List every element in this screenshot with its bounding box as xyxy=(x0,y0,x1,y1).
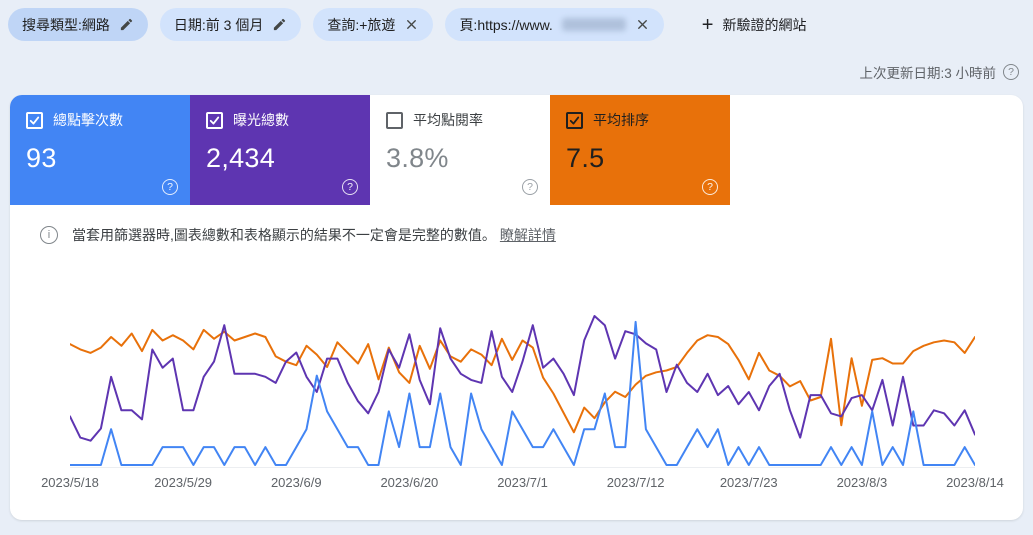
x-axis-tick-label: 2023/7/1 xyxy=(497,475,548,490)
filter-chip-search-type[interactable]: 搜尋類型:網路 xyxy=(8,8,148,41)
performance-chart: 2023/5/18 2023/5/29 2023/6/9 2023/6/20 2023/… xyxy=(41,305,1004,492)
filter-chip-page[interactable]: 頁:https://www. xyxy=(445,8,664,41)
x-axis-tick-label: 2023/6/9 xyxy=(270,475,322,490)
checkbox-checked-icon[interactable] xyxy=(206,111,223,129)
x-axis-tick-label: 2023/7/23 xyxy=(719,475,778,490)
filter-chip-query[interactable]: 查詢:+旅遊 xyxy=(313,8,434,41)
metric-cards-row: 總點擊次數 93 ? 曝光總數 2,434 ? 平均點閱率 3.8% ? 平均排… xyxy=(10,95,1023,205)
metric-card-total-impressions[interactable]: 曝光總數 2,434 ? xyxy=(190,95,370,205)
help-icon[interactable]: ? xyxy=(522,179,538,195)
notice-text: 當套用篩選器時,圖表總數和表格顯示的結果不一定會是完整的數值。 瞭解詳情 xyxy=(72,227,556,243)
filter-chip-label: 查詢:+旅遊 xyxy=(327,16,396,33)
metric-value: 7.5 xyxy=(566,143,605,173)
checkbox-unchecked-icon[interactable] xyxy=(386,111,403,129)
metric-card-average-ctr[interactable]: 平均點閱率 3.8% ? xyxy=(370,95,550,205)
help-icon[interactable]: ? xyxy=(702,179,718,195)
edit-icon[interactable] xyxy=(119,17,134,32)
filter-chip-bar: 搜尋類型:網路 日期:前 3 個月 查詢:+旅遊 頁:https://www. … xyxy=(8,8,812,41)
last-updated-status: 上次更新日期:3 小時前 ? xyxy=(859,62,1019,82)
performance-chart-svg xyxy=(70,305,975,467)
checkbox-checked-icon[interactable] xyxy=(566,111,583,129)
metric-card-total-clicks[interactable]: 總點擊次數 93 ? xyxy=(10,95,190,205)
learn-more-link[interactable]: 瞭解詳情 xyxy=(500,227,556,243)
x-axis-tick-label: 2023/8/3 xyxy=(836,475,888,490)
x-axis-tick-label: 2023/8/14 xyxy=(946,475,1004,490)
metric-card-average-position[interactable]: 平均排序 7.5 ? xyxy=(550,95,730,205)
close-icon[interactable] xyxy=(635,17,650,32)
metric-label: 總點擊次數 xyxy=(53,112,123,128)
x-axis-ticks: 2023/5/18 2023/5/29 2023/6/9 2023/6/20 2023/… xyxy=(41,467,1004,492)
metric-label: 曝光總數 xyxy=(233,112,289,128)
info-icon: i xyxy=(40,226,58,244)
help-icon[interactable]: ? xyxy=(162,179,178,195)
chart-line-impressions xyxy=(70,316,975,441)
chart-line-position xyxy=(70,330,975,432)
filter-chip-label: 搜尋類型:網路 xyxy=(22,16,110,33)
filter-chip-label: 日期:前 3 個月 xyxy=(173,16,264,33)
metric-value: 93 xyxy=(26,143,57,173)
help-icon[interactable]: ? xyxy=(1003,64,1019,80)
close-icon[interactable] xyxy=(404,17,419,32)
metric-label: 平均排序 xyxy=(593,112,649,128)
redacted-url xyxy=(561,18,626,31)
add-verified-site-label: 新驗證的網站 xyxy=(722,16,807,33)
plus-icon: + xyxy=(701,13,714,36)
metric-value: 2,434 xyxy=(206,143,276,173)
filter-notice: i 當套用篩選器時,圖表總數和表格顯示的結果不一定會是完整的數值。 瞭解詳情 xyxy=(40,225,556,245)
help-icon[interactable]: ? xyxy=(342,179,358,195)
x-axis-tick-label: 2023/5/18 xyxy=(41,475,99,490)
x-axis-tick-label: 2023/7/12 xyxy=(606,475,665,490)
search-console-performance-page: { "filters": { "chips": [ { "label": "搜尋… xyxy=(0,0,1033,535)
metric-label: 平均點閱率 xyxy=(413,112,483,128)
x-axis-tick-label: 2023/5/29 xyxy=(154,475,213,490)
checkbox-checked-icon[interactable] xyxy=(26,111,43,129)
chart-line-clicks xyxy=(70,322,975,465)
metric-value: 3.8% xyxy=(386,143,449,173)
edit-icon[interactable] xyxy=(272,17,287,32)
x-axis-tick-label: 2023/6/20 xyxy=(380,475,439,490)
filter-chip-date[interactable]: 日期:前 3 個月 xyxy=(159,8,302,41)
filter-chip-label: 頁:https://www. xyxy=(459,16,553,33)
performance-report-card: 總點擊次數 93 ? 曝光總數 2,434 ? 平均點閱率 3.8% ? 平均排… xyxy=(10,95,1023,520)
add-verified-site-button[interactable]: + 新驗證的網站 xyxy=(696,14,813,36)
last-updated-text: 上次更新日期:3 小時前 xyxy=(859,66,996,81)
